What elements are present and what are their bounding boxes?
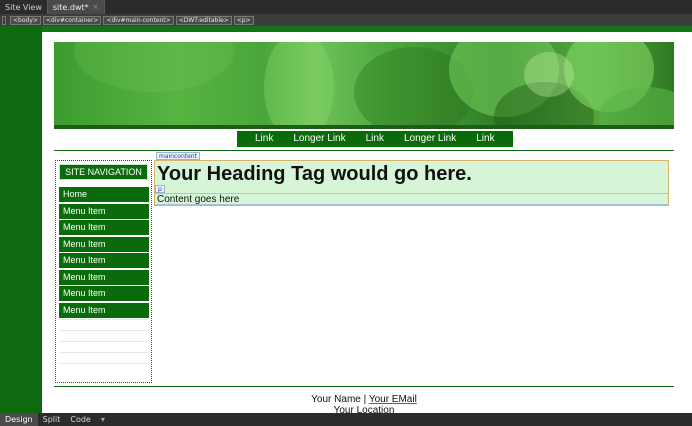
content-paragraph[interactable]: Content goes here <box>157 194 239 205</box>
split-view-button[interactable]: Split <box>38 413 66 426</box>
header-banner-image <box>54 42 674 129</box>
top-nav-link-1[interactable]: Link <box>245 131 283 147</box>
footer-separator: | <box>360 394 369 405</box>
top-nav-link-4[interactable]: Longer Link <box>394 131 466 147</box>
sidebar-item-home[interactable]: Home <box>59 187 149 202</box>
tab-site-view[interactable]: Site View <box>0 0 47 14</box>
tab-site-view-label: Site View <box>5 2 42 12</box>
sidebar-empty-lines <box>59 319 149 374</box>
sidebar-item-menu-3[interactable]: Menu Item <box>59 237 149 252</box>
paragraph-row[interactable]: Content goes here <box>155 193 668 205</box>
page-container[interactable]: Link Longer Link Link Longer Link Link m… <box>42 32 692 414</box>
sidebar-item-menu-1[interactable]: Menu Item <box>59 204 149 219</box>
tag-chip-p[interactable]: <p> <box>233 15 254 25</box>
sidebar-item-menu-4[interactable]: Menu Item <box>59 253 149 268</box>
nav-divider <box>54 150 674 151</box>
sidebar-heading: SITE NAVIGATION <box>59 164 148 180</box>
top-nav-link-3[interactable]: Link <box>356 131 394 147</box>
banner-bottom-edge <box>54 125 674 129</box>
top-nav-link-5[interactable]: Link <box>466 131 504 147</box>
tag-chip-dwt-editable[interactable]: <DWT:editable> <box>175 15 232 25</box>
close-icon[interactable]: × <box>93 3 99 11</box>
tag-selector-bar: <body> <div#container> <div#main-content… <box>0 14 692 26</box>
sidebar-item-menu-2[interactable]: Menu Item <box>59 220 149 235</box>
editable-region[interactable]: Your Heading Tag would go here. p Conten… <box>154 160 669 206</box>
tag-chip-main-content[interactable]: <div#main-content> <box>103 15 174 25</box>
page-heading[interactable]: Your Heading Tag would go here. <box>157 162 472 186</box>
footer-name: Your Name <box>311 394 361 405</box>
canvas-background-strip <box>0 26 42 414</box>
tab-site-dwt[interactable]: site.dwt* × <box>46 0 105 14</box>
design-canvas[interactable]: Link Longer Link Link Longer Link Link m… <box>0 26 692 414</box>
footer-line-1: Your Name | Your EMail <box>54 394 674 405</box>
grip-icon <box>2 15 6 25</box>
footer: Your Name | Your EMail Your Location <box>54 394 674 414</box>
footer-divider <box>54 386 674 387</box>
design-view-button[interactable]: Design <box>0 413 38 426</box>
code-view-button[interactable]: Code <box>65 413 95 426</box>
main-content-region-label[interactable]: maincontent <box>156 152 200 160</box>
sidebar-item-menu-7[interactable]: Menu Item <box>59 303 149 318</box>
sidebar-item-menu-5[interactable]: Menu Item <box>59 270 149 285</box>
view-mode-bar: Design Split Code ▾ <box>0 413 692 426</box>
top-nav-link-2[interactable]: Longer Link <box>283 131 355 147</box>
sidebar-navigation: SITE NAVIGATION Home Menu Item Menu Item… <box>55 160 152 383</box>
tag-chip-container[interactable]: <div#container> <box>42 15 102 25</box>
tag-chip-body[interactable]: <body> <box>10 15 41 25</box>
chevron-down-icon[interactable]: ▾ <box>96 413 110 426</box>
top-navigation: Link Longer Link Link Longer Link Link <box>237 131 513 147</box>
paragraph-tag-label[interactable]: p <box>155 185 165 193</box>
sidebar-item-menu-6[interactable]: Menu Item <box>59 286 149 301</box>
footer-email-link[interactable]: Your EMail <box>369 394 417 405</box>
tab-site-dwt-label: site.dwt* <box>52 2 89 12</box>
document-tab-bar: Site View site.dwt* × <box>0 0 692 14</box>
